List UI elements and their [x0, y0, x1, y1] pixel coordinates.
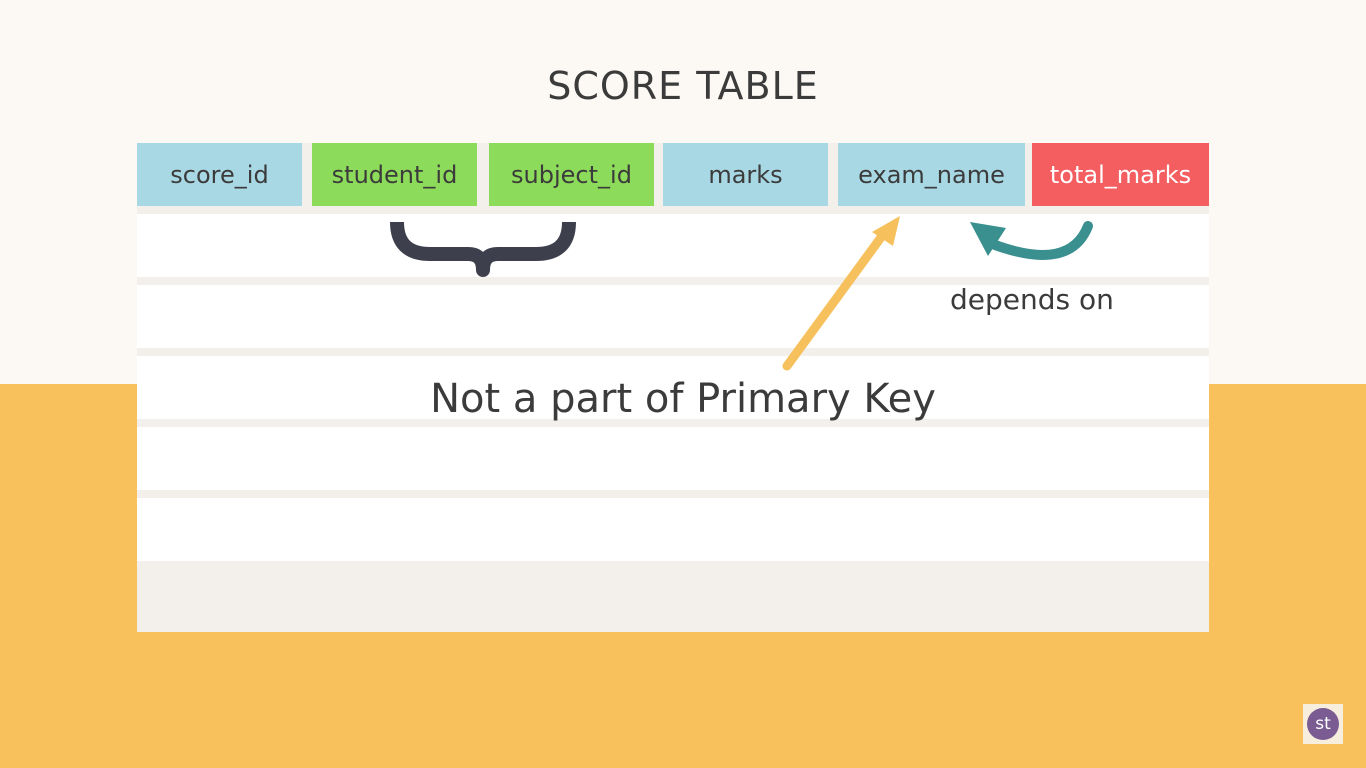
yellow-arrow	[782, 216, 900, 371]
depends-on-label: depends on	[950, 283, 1114, 316]
teal-curved-arrow	[970, 221, 1093, 260]
logo-text: st	[1315, 714, 1331, 734]
logo-circle: st	[1307, 708, 1339, 740]
not-primary-key-label: Not a part of Primary Key	[430, 376, 936, 422]
studytonight-logo: st	[1303, 704, 1343, 744]
composite-key-brace	[390, 221, 576, 277]
